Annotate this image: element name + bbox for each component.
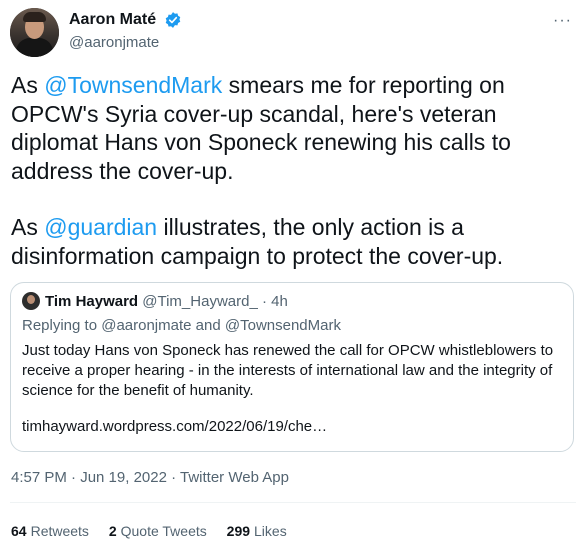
quoted-avatar bbox=[22, 292, 40, 310]
author-display-name[interactable]: Aaron Maté bbox=[69, 10, 156, 30]
quoted-author-name: Tim Hayward bbox=[45, 293, 139, 310]
author-handle[interactable]: @aaronjmate bbox=[69, 33, 182, 53]
more-options-icon[interactable]: ··· bbox=[553, 12, 572, 30]
author-info: Aaron Maté @aaronjmate bbox=[69, 10, 182, 53]
tweet-source[interactable]: Twitter Web App bbox=[180, 469, 289, 486]
quoted-tweet-text: Just today Hans von Sponeck has renewed … bbox=[22, 342, 554, 399]
mention-townsendmark[interactable]: @TownsendMark bbox=[44, 72, 222, 98]
quoted-tweet[interactable]: Tim Hayward @Tim_Hayward_ · 4h Replying … bbox=[10, 282, 574, 452]
quoted-tweet-link[interactable]: timhayward.wordpress.com/2022/06/19/che… bbox=[22, 417, 327, 437]
quoted-tweet-header: Tim Hayward @Tim_Hayward_ · 4h bbox=[22, 292, 288, 312]
likes-stat[interactable]: 299 Likes bbox=[227, 521, 287, 541]
tweet-paragraph-2: As @guardian illustrates, the only actio… bbox=[11, 214, 504, 269]
tweet-header: Aaron Maté @aaronjmate ··· bbox=[10, 8, 576, 58]
reply-mention-townsendmark[interactable]: @TownsendMark bbox=[225, 317, 341, 334]
mention-guardian[interactable]: @guardian bbox=[44, 214, 157, 240]
verified-badge-icon bbox=[165, 12, 180, 28]
avatar[interactable] bbox=[10, 8, 59, 57]
tweet-paragraph-1: As @TownsendMark smears me for reporting… bbox=[11, 72, 511, 184]
engagement-stats: 64 Retweets 2 Quote Tweets 299 Likes bbox=[11, 521, 303, 541]
reply-mention-aaronjmate[interactable]: @aaronjmate bbox=[101, 317, 191, 334]
quoted-author-meta: @Tim_Hayward_ · 4h bbox=[142, 293, 288, 310]
quote-tweets-stat[interactable]: 2 Quote Tweets bbox=[109, 521, 207, 541]
tweet-text: As @TownsendMark smears me for reporting… bbox=[11, 71, 581, 270]
divider bbox=[10, 502, 576, 503]
retweets-stat[interactable]: 64 Retweets bbox=[11, 521, 89, 541]
replying-to: Replying to @aaronjmate and @TownsendMar… bbox=[22, 317, 341, 334]
tweet-timestamp: 4:57 PM · Jun 19, 2022 · Twitter Web App bbox=[11, 468, 289, 488]
tweet-time[interactable]: 4:57 PM · Jun 19, 2022 · bbox=[11, 469, 180, 486]
